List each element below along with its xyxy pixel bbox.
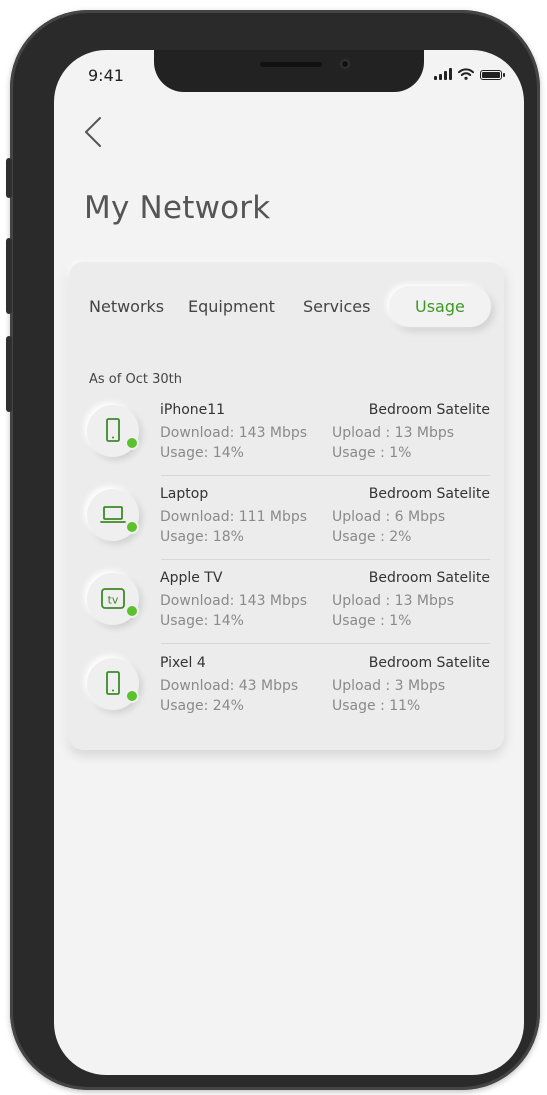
phone-icon xyxy=(106,418,120,442)
device-upload: Upload : 6 Mbps xyxy=(332,509,446,525)
device-satellite: Bedroom Satelite xyxy=(368,570,490,586)
online-status-dot xyxy=(125,604,139,618)
device-row[interactable]: Pixel 4 Bedroom Satelite Download: 43 Mb… xyxy=(69,645,504,729)
online-status-dot xyxy=(125,689,139,703)
as-of-date: As of Oct 30th xyxy=(89,372,182,387)
tab-equipment[interactable]: Equipment xyxy=(188,297,275,316)
device-download: Download: 43 Mbps xyxy=(160,678,299,694)
device-download: Download: 143 Mbps xyxy=(160,593,308,609)
device-upload: Upload : 13 Mbps xyxy=(332,425,455,441)
device-upload-usage: Usage : 1% xyxy=(332,613,412,629)
tv-icon-label: tv xyxy=(108,594,119,607)
online-status-dot xyxy=(125,520,139,534)
camera xyxy=(340,59,350,69)
device-row[interactable]: iPhone11 Bedroom Satelite Download: 143 … xyxy=(69,392,504,476)
device-upload: Upload : 3 Mbps xyxy=(332,678,446,694)
page-title: My Network xyxy=(84,190,271,226)
device-satellite: Bedroom Satelite xyxy=(368,655,490,671)
device-download: Download: 111 Mbps xyxy=(160,509,308,525)
device-row[interactable]: Laptop Bedroom Satelite Download: 111 Mb… xyxy=(69,476,504,560)
status-time: 9:41 xyxy=(88,66,124,85)
device-satellite: Bedroom Satelite xyxy=(368,486,490,502)
battery-icon xyxy=(480,70,505,80)
device-download-usage: Usage: 14% xyxy=(160,445,244,461)
phone-icon xyxy=(106,671,120,695)
laptop-icon xyxy=(100,506,126,523)
device-download-usage: Usage: 14% xyxy=(160,613,244,629)
device-upload-usage: Usage : 11% xyxy=(332,698,421,714)
device-upload: Upload : 13 Mbps xyxy=(332,593,455,609)
device-name: Apple TV xyxy=(160,570,223,586)
volume-up-button xyxy=(6,238,12,314)
device-download: Download: 143 Mbps xyxy=(160,425,308,441)
back-chevron-icon[interactable] xyxy=(80,114,110,150)
phone-screen: 9:41 My Network Networks Equipment Servi… xyxy=(54,50,524,1075)
silent-switch xyxy=(6,158,12,198)
row-divider xyxy=(161,643,490,644)
notch xyxy=(154,50,424,92)
signal-icon xyxy=(434,68,452,80)
phone-frame: 9:41 My Network Networks Equipment Servi… xyxy=(6,10,540,1090)
speaker xyxy=(260,62,322,67)
tab-services[interactable]: Services xyxy=(303,297,370,316)
status-icons xyxy=(434,68,505,80)
device-name: Laptop xyxy=(160,486,209,502)
device-download-usage: Usage: 24% xyxy=(160,698,244,714)
device-name: iPhone11 xyxy=(160,402,226,418)
device-name: Pixel 4 xyxy=(160,655,206,671)
device-upload-usage: Usage : 2% xyxy=(332,529,412,545)
wifi-icon xyxy=(458,68,474,80)
device-upload-usage: Usage : 1% xyxy=(332,445,412,461)
volume-down-button xyxy=(6,336,12,412)
device-satellite: Bedroom Satelite xyxy=(368,402,490,418)
tab-networks[interactable]: Networks xyxy=(89,297,164,316)
device-download-usage: Usage: 18% xyxy=(160,529,244,545)
tab-usage[interactable]: Usage xyxy=(389,286,491,327)
online-status-dot xyxy=(125,436,139,450)
tv-icon: tv xyxy=(101,588,125,609)
device-row[interactable]: tv Apple TV Bedroom Satelite Download: 1… xyxy=(69,560,504,644)
network-card: Networks Equipment Services Usage As of … xyxy=(69,262,504,750)
